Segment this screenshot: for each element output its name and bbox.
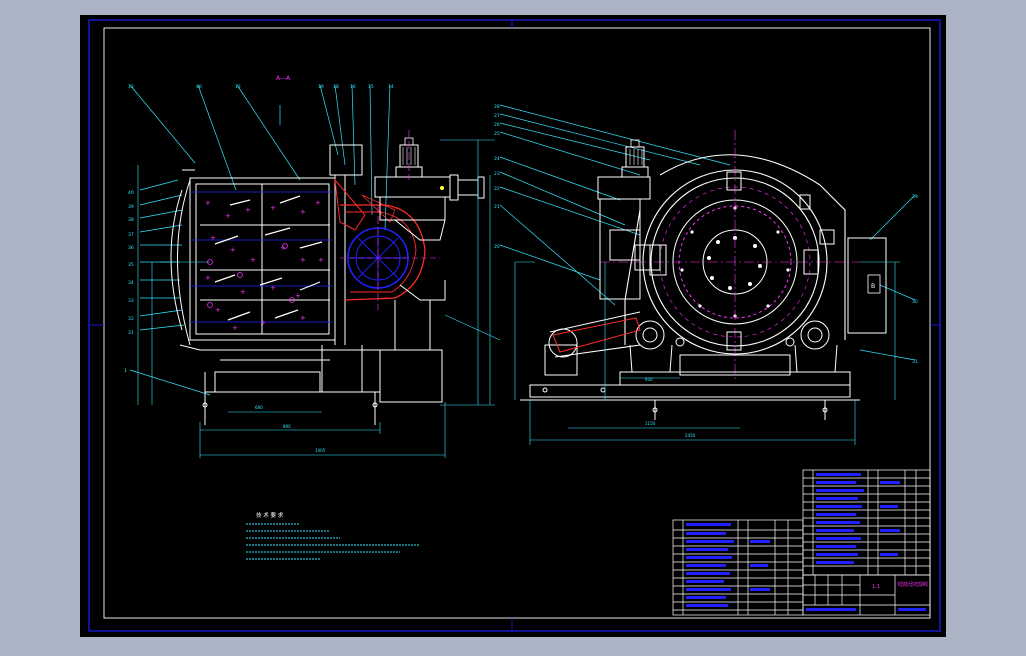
svg-text:31: 31 xyxy=(912,359,918,365)
svg-text:20: 20 xyxy=(494,244,500,250)
svg-text:36: 36 xyxy=(128,245,134,251)
svg-text:+: + xyxy=(318,256,324,264)
svg-text:26: 26 xyxy=(494,122,500,128)
svg-text:+: + xyxy=(295,292,301,300)
svg-text:13: 13 xyxy=(128,84,134,90)
svg-text:12: 12 xyxy=(235,84,241,90)
svg-text:+: + xyxy=(300,314,306,322)
svg-text:15: 15 xyxy=(368,84,374,90)
svg-text:39: 39 xyxy=(128,204,134,210)
svg-text:2450: 2450 xyxy=(685,433,696,438)
svg-text:29: 29 xyxy=(912,194,918,200)
svg-text:+: + xyxy=(300,208,306,216)
svg-text:1405: 1405 xyxy=(315,448,326,453)
svg-text:+: + xyxy=(250,256,256,264)
cad-viewport[interactable]: A—A 13 40 12 19 18 16 15 14 40 39 38 37 … xyxy=(0,0,1026,652)
svg-text:32: 32 xyxy=(128,316,134,322)
svg-text:40: 40 xyxy=(196,84,202,90)
title-block-name: 新型高效大型冲击式破碎机 xyxy=(898,581,928,588)
svg-text:37: 37 xyxy=(128,232,134,238)
svg-text:+: + xyxy=(205,199,211,207)
svg-text:21: 21 xyxy=(494,204,500,210)
svg-text:+: + xyxy=(215,306,221,314)
svg-text:31: 31 xyxy=(128,330,134,336)
svg-text:+: + xyxy=(232,324,238,332)
cad-drawing: A—A 13 40 12 19 18 16 15 14 403938 37363… xyxy=(80,15,946,637)
svg-text:890: 890 xyxy=(283,424,291,429)
svg-text:33: 33 xyxy=(128,298,134,304)
svg-text:+: + xyxy=(260,319,266,327)
svg-text:16: 16 xyxy=(350,84,356,90)
svg-text:+: + xyxy=(270,204,276,212)
svg-text:28: 28 xyxy=(494,104,500,110)
svg-text:+: + xyxy=(210,234,216,242)
svg-text:+: + xyxy=(245,206,251,214)
svg-text:1: 1 xyxy=(124,368,127,374)
svg-text:+: + xyxy=(205,274,211,282)
svg-text:+: + xyxy=(300,256,306,264)
svg-text:18: 18 xyxy=(333,84,339,90)
title-block-scale: 1:1 xyxy=(872,584,880,590)
svg-text:+: + xyxy=(240,288,246,296)
svg-text:930: 930 xyxy=(645,377,653,382)
svg-text:19: 19 xyxy=(318,84,324,90)
svg-text:+: + xyxy=(225,212,231,220)
svg-text:680: 680 xyxy=(255,405,263,410)
svg-text:24: 24 xyxy=(494,156,500,162)
svg-text:22: 22 xyxy=(494,186,500,192)
svg-text:25: 25 xyxy=(494,131,500,137)
svg-text:+: + xyxy=(230,246,236,254)
svg-text:40: 40 xyxy=(128,190,134,196)
svg-text:14: 14 xyxy=(388,84,394,90)
svg-text:34: 34 xyxy=(128,280,134,286)
svg-text:35: 35 xyxy=(128,262,134,268)
svg-text:+: + xyxy=(315,199,321,207)
svg-text:30: 30 xyxy=(912,299,918,305)
svg-text:27: 27 xyxy=(494,113,500,119)
svg-text:B: B xyxy=(871,283,875,290)
svg-text:+: + xyxy=(270,284,276,292)
svg-text:38: 38 xyxy=(128,217,134,223)
svg-text:1150: 1150 xyxy=(645,421,656,426)
tech-req-title: 技 术 要 求 xyxy=(256,511,284,519)
section-label: A—A xyxy=(276,75,291,82)
svg-text:23: 23 xyxy=(494,171,500,177)
